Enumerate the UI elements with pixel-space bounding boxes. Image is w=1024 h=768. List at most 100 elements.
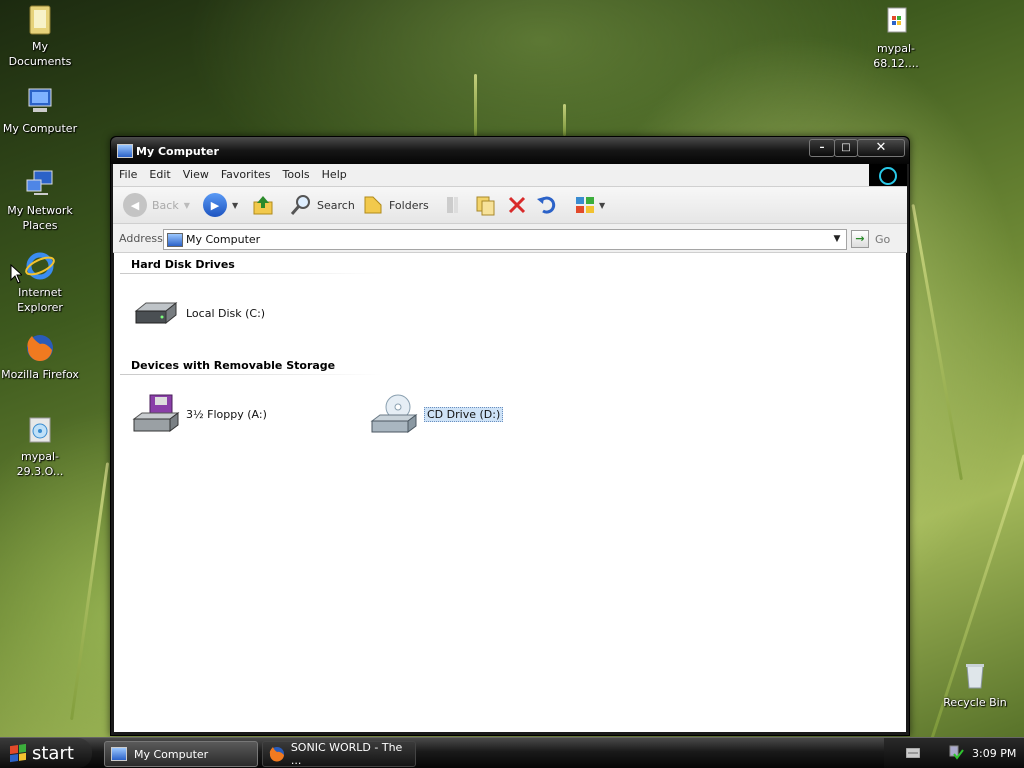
firefox-icon [24,332,56,364]
network-status-icon[interactable] [948,744,964,760]
go-button[interactable]: → Go [851,230,890,248]
chevron-down-icon: ▼ [183,200,190,210]
back-button[interactable]: ◀ Back ▼ [123,193,190,217]
desktop-icon-label: Internet [18,286,62,299]
menu-edit[interactable]: Edit [143,164,176,183]
desktop-icon-label: My Network [7,204,73,217]
go-label: Go [875,232,891,246]
group-header-hard-disks: Hard Disk Drives [131,258,235,271]
delete-button[interactable] [505,193,529,217]
chevron-down-icon: ▼ [599,200,606,210]
folders-label: Folders [389,198,429,212]
maximize-button[interactable]: □ [834,139,858,157]
copy-to-icon [476,196,495,216]
folder-icon [364,196,382,214]
windows-logo-icon [10,743,26,763]
computer-icon [111,747,127,761]
window-titlebar[interactable]: My Computer – □ ✕ [111,137,909,164]
address-value: My Computer [186,233,261,246]
menu-help[interactable]: Help [316,164,353,183]
views-button[interactable]: ▼ [573,193,605,217]
desktop-icon-mypal-zip[interactable]: mypal-68.12.... [856,6,936,71]
drive-label: 3½ Floppy (A:) [186,407,267,421]
up-folder-button[interactable] [251,193,275,217]
cd-drive-icon [370,394,418,433]
menu-file[interactable]: File [113,164,143,183]
floppy-drive-icon [132,394,180,432]
chevron-down-icon: ▼ [232,200,239,210]
wallpaper-blade [70,462,110,721]
desktop-icon-label: Recycle Bin [943,696,1007,709]
drive-local-disk-c[interactable]: Local Disk (C:) [132,297,265,329]
menu-favorites[interactable]: Favorites [215,164,277,183]
address-label: Address [119,232,163,245]
menu-tools[interactable]: Tools [277,164,316,183]
undo-icon [537,196,556,214]
desktop-icon-my-computer[interactable]: My Computer [0,86,80,136]
clock[interactable]: 3:09 PM [972,747,1016,760]
go-arrow-icon: → [851,230,869,248]
desktop-icon-label: My Documents [8,40,72,68]
computer-icon [24,86,56,118]
copy-to-button[interactable] [473,193,497,217]
internet-explorer-icon [24,250,56,282]
drive-floppy-a[interactable]: 3½ Floppy (A:) [132,393,267,435]
desktop-icon-network-places[interactable]: My Network Places [0,168,80,233]
start-button[interactable]: start [0,738,92,768]
undo-button[interactable] [535,193,559,217]
desktop-icon-label: My Computer [2,122,78,135]
desktop-icon-label: mypal-29.3.O... [16,450,64,478]
up-folder-icon [253,196,273,215]
desktop-icon-label: Explorer [17,301,63,314]
toolbar: ◀ Back ▼ ▶ ▼ Search Folders ▼ [113,187,907,224]
my-computer-window: My Computer – □ ✕ File Edit View Favorites T… [110,136,910,736]
address-bar: Address My Computer ▼ → Go [113,224,907,253]
file-view[interactable]: Hard Disk Drives Local Disk (C:) Devices… [114,253,906,732]
desktop-icon-firefox[interactable]: Mozilla Firefox [0,332,80,382]
folders-button[interactable]: Folders [361,193,429,217]
back-label: Back [152,198,179,212]
wallpaper-blade [563,104,566,136]
group-divider [120,374,382,375]
menu-bar: File Edit View Favorites Tools Help [113,164,907,187]
chevron-down-icon[interactable]: ▼ [830,232,844,246]
forward-arrow-icon: ▶ [203,193,227,217]
taskbar: start My Computer SONIC WORLD - The ... … [0,737,1024,768]
taskbar-item-firefox[interactable]: SONIC WORLD - The ... [262,741,416,767]
installer-icon [24,414,56,446]
mouse-cursor-icon [10,264,22,284]
taskbar-item-my-computer[interactable]: My Computer [104,741,258,767]
move-to-button[interactable] [441,193,465,217]
back-arrow-icon: ◀ [123,193,147,217]
desktop-icon-label: Mozilla Firefox [1,368,79,381]
search-button[interactable]: Search [289,193,355,217]
desktop-icon-mypal-installer[interactable]: mypal-29.3.O... [0,414,80,479]
views-icon [576,197,594,213]
address-input[interactable]: My Computer ▼ [163,229,847,250]
minimize-button[interactable]: – [809,139,835,157]
hard-disk-icon [134,301,178,325]
desktop-icon-recycle-bin[interactable]: Recycle Bin [935,660,1015,710]
desktop-icon-label: mypal-68.12.... [873,42,919,70]
document-icon [880,6,912,38]
taskbar-item-label: SONIC WORLD - The ... [290,741,403,767]
drive-label: CD Drive (D:) [424,406,504,422]
network-icon [24,168,56,200]
computer-icon [167,233,183,247]
desktop-icon-label: Places [22,219,58,232]
desktop-icon-my-documents[interactable]: My Documents [0,4,80,69]
group-divider [120,273,382,274]
close-button[interactable]: ✕ [857,139,905,157]
window-title: My Computer [136,145,219,158]
keyboard-icon[interactable] [906,748,920,758]
wallpaper-blade [911,203,963,481]
forward-button[interactable]: ▶ ▼ [203,193,238,217]
menu-view[interactable]: View [177,164,215,183]
start-label: start [32,742,74,764]
delete-icon [508,196,526,214]
search-label: Search [317,198,355,212]
taskbar-item-label: My Computer [134,747,209,761]
drive-cd-d[interactable]: CD Drive (D:) [370,393,504,435]
move-to-icon [447,197,458,213]
drive-label: Local Disk (C:) [186,306,266,320]
